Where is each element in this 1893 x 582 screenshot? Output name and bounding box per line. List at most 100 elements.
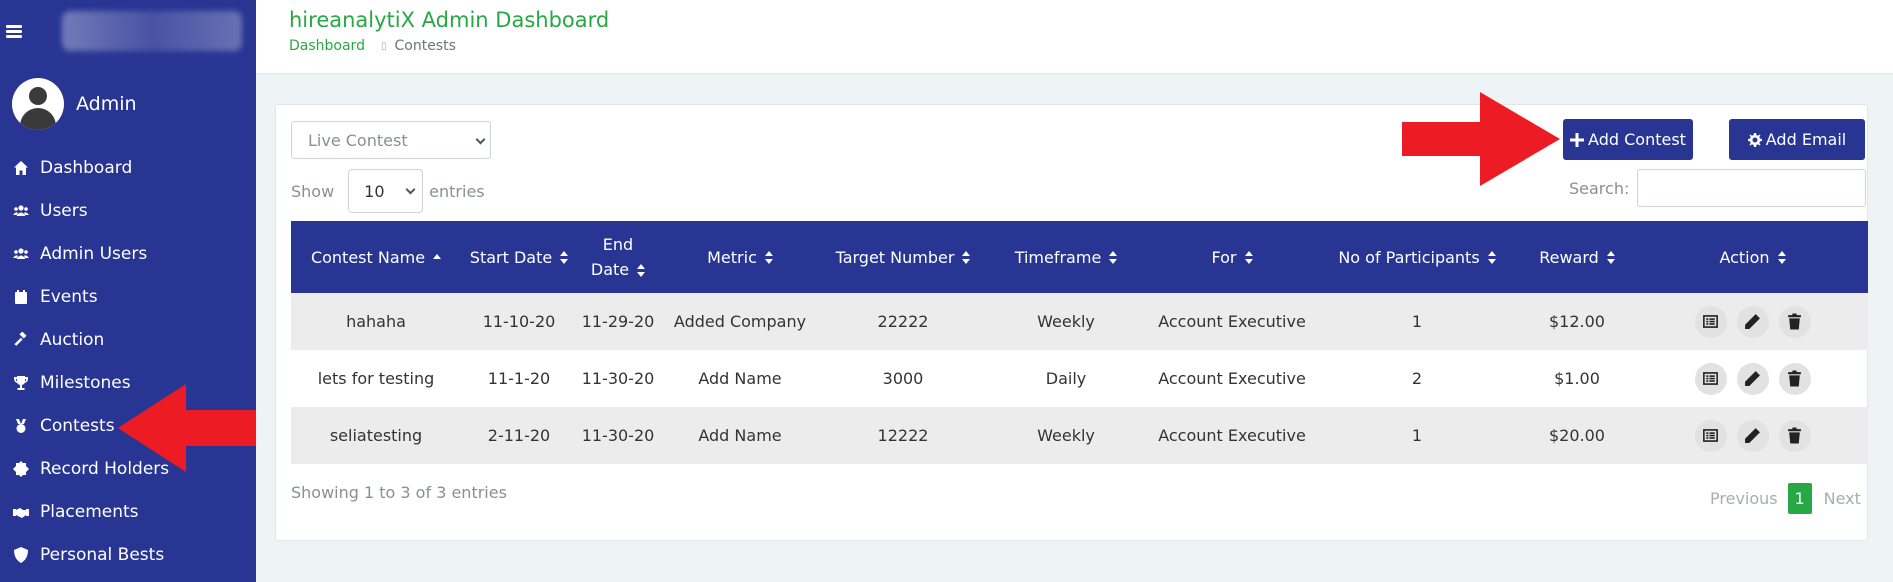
table-header-row: Contest Name Start Date End Date Metric … bbox=[291, 221, 1868, 293]
contest-filter-select[interactable]: Live Contest bbox=[291, 121, 491, 159]
column-header-reward[interactable]: Reward bbox=[1517, 221, 1637, 293]
column-header-end-date[interactable]: End Date bbox=[577, 221, 659, 293]
column-header-metric[interactable]: Metric bbox=[659, 221, 821, 293]
brand-logo bbox=[62, 11, 242, 51]
contest-filter-value: Live Contest bbox=[308, 130, 408, 150]
sidebar-item-admin-users[interactable]: Admin Users bbox=[0, 232, 256, 275]
delete-trash-icon[interactable] bbox=[1778, 362, 1811, 395]
sort-icon bbox=[962, 251, 971, 265]
column-header-contest-name[interactable]: Contest Name bbox=[291, 221, 461, 293]
column-header-start-date[interactable]: Start Date bbox=[461, 221, 577, 293]
cell-for: Account Executive bbox=[1158, 426, 1306, 445]
sort-icon bbox=[1777, 251, 1786, 265]
sidebar-item-personal-bests[interactable]: Personal Bests bbox=[0, 533, 256, 576]
pagination-previous[interactable]: Previous bbox=[1710, 489, 1778, 508]
annotation-arrow-right-icon bbox=[1402, 92, 1560, 186]
cell-metric: Add Name bbox=[698, 426, 782, 445]
sidebar-item-label: Auction bbox=[40, 329, 105, 350]
cell-contest-name: hahaha bbox=[346, 312, 406, 331]
view-list-icon[interactable] bbox=[1694, 362, 1727, 395]
breadcrumb-current: Contests bbox=[394, 38, 456, 54]
shield-icon bbox=[12, 546, 30, 564]
add-email-button[interactable]: Add Email bbox=[1729, 119, 1865, 160]
breadcrumb-separator-icon: ▯ bbox=[380, 40, 387, 52]
cell-reward: $12.00 bbox=[1549, 312, 1605, 331]
sort-icon bbox=[1109, 251, 1118, 265]
table-row: lets for testing 11-1-20 11-30-20 Add Na… bbox=[291, 350, 1868, 407]
edit-pencil-icon[interactable] bbox=[1736, 362, 1769, 395]
sort-icon bbox=[560, 251, 569, 265]
sidebar-item-label: Placements bbox=[40, 501, 139, 522]
sort-icon bbox=[764, 251, 773, 265]
breadcrumb: Dashboard ▯ Contests bbox=[289, 38, 456, 54]
sidebar-item-label: Personal Bests bbox=[40, 544, 165, 565]
entries-label: entries bbox=[429, 181, 485, 201]
entries-length-control: Show 10 entries bbox=[291, 169, 485, 213]
cell-start-date: 11-1-20 bbox=[487, 369, 551, 388]
chevron-down-icon bbox=[475, 134, 486, 145]
table-row: hahaha 11-10-20 11-29-20 Added Company 2… bbox=[291, 293, 1868, 350]
annotation-arrow-left-icon bbox=[118, 384, 256, 472]
table-info: Showing 1 to 3 of 3 entries bbox=[291, 483, 507, 502]
cell-participants: 1 bbox=[1411, 312, 1423, 331]
page-title: hireanalytiX Admin Dashboard bbox=[289, 8, 610, 32]
cell-start-date: 11-10-20 bbox=[482, 312, 556, 331]
user-panel: Admin bbox=[0, 62, 256, 146]
show-label: Show bbox=[291, 181, 335, 201]
cell-contest-name: lets for testing bbox=[317, 369, 435, 388]
sidebar-item-label: Users bbox=[40, 200, 88, 221]
page-header: hireanalytiX Admin Dashboard Dashboard ▯… bbox=[256, 0, 1893, 74]
entries-select[interactable]: 10 bbox=[348, 169, 424, 213]
pagination-page-1[interactable]: 1 bbox=[1787, 483, 1812, 514]
view-list-icon[interactable] bbox=[1694, 305, 1727, 338]
pagination-next[interactable]: Next bbox=[1824, 489, 1861, 508]
edit-pencil-icon[interactable] bbox=[1736, 419, 1769, 452]
edit-pencil-icon[interactable] bbox=[1736, 305, 1769, 338]
contests-card: Live Contest Show 10 entries Add Contest… bbox=[275, 104, 1868, 541]
gavel-icon bbox=[12, 331, 30, 349]
search-label: Search: bbox=[1569, 178, 1630, 198]
cell-reward: $1.00 bbox=[1554, 369, 1600, 388]
delete-trash-icon[interactable] bbox=[1778, 305, 1811, 338]
column-header-timeframe[interactable]: Timeframe bbox=[985, 221, 1147, 293]
hamburger-menu-icon[interactable] bbox=[6, 24, 22, 38]
sidebar-item-users[interactable]: Users bbox=[0, 189, 256, 232]
sidebar-item-label: Admin Users bbox=[40, 243, 148, 264]
view-list-icon[interactable] bbox=[1694, 419, 1727, 452]
cell-reward: $20.00 bbox=[1549, 426, 1605, 445]
cell-participants: 1 bbox=[1411, 426, 1423, 445]
home-icon bbox=[12, 159, 30, 177]
cell-metric: Added Company bbox=[673, 312, 807, 331]
sidebar: Admin Dashboard Users Admin Users Events… bbox=[0, 0, 256, 582]
sidebar-item-events[interactable]: Events bbox=[0, 275, 256, 318]
users-icon bbox=[12, 202, 30, 220]
table-row: seliatesting 2-11-20 11-30-20 Add Name 1… bbox=[291, 407, 1868, 464]
search-input[interactable] bbox=[1637, 169, 1867, 207]
delete-trash-icon[interactable] bbox=[1778, 419, 1811, 452]
column-header-action[interactable]: Action bbox=[1637, 221, 1868, 293]
sidebar-item-dashboard[interactable]: Dashboard bbox=[0, 146, 256, 189]
column-header-for[interactable]: For bbox=[1147, 221, 1317, 293]
sort-icon bbox=[1244, 251, 1253, 265]
medal-icon bbox=[12, 417, 30, 435]
sidebar-item-auction[interactable]: Auction bbox=[0, 318, 256, 361]
chevron-down-icon bbox=[405, 184, 416, 195]
contests-table: Contest Name Start Date End Date Metric … bbox=[291, 221, 1868, 464]
column-header-target-number[interactable]: Target Number bbox=[821, 221, 985, 293]
pagination: Previous 1 Next bbox=[1710, 483, 1861, 514]
sort-icon bbox=[1606, 251, 1615, 265]
breadcrumb-home[interactable]: Dashboard bbox=[289, 38, 365, 54]
sidebar-item-placements[interactable]: Placements bbox=[0, 490, 256, 533]
add-contest-button[interactable]: Add Contest bbox=[1563, 119, 1693, 160]
column-header-participants[interactable]: No of Participants bbox=[1317, 221, 1517, 293]
cell-participants: 2 bbox=[1411, 369, 1423, 388]
cell-timeframe: Weekly bbox=[1037, 312, 1095, 331]
search-control: Search: bbox=[1569, 169, 1867, 207]
cell-metric: Add Name bbox=[698, 369, 782, 388]
cell-timeframe: Weekly bbox=[1037, 426, 1095, 445]
cell-target-number: 3000 bbox=[882, 369, 924, 388]
sidebar-top bbox=[0, 0, 256, 62]
cell-end-date: 11-30-20 bbox=[581, 369, 655, 388]
sort-icon bbox=[637, 263, 646, 278]
cell-end-date: 11-29-20 bbox=[581, 312, 655, 331]
